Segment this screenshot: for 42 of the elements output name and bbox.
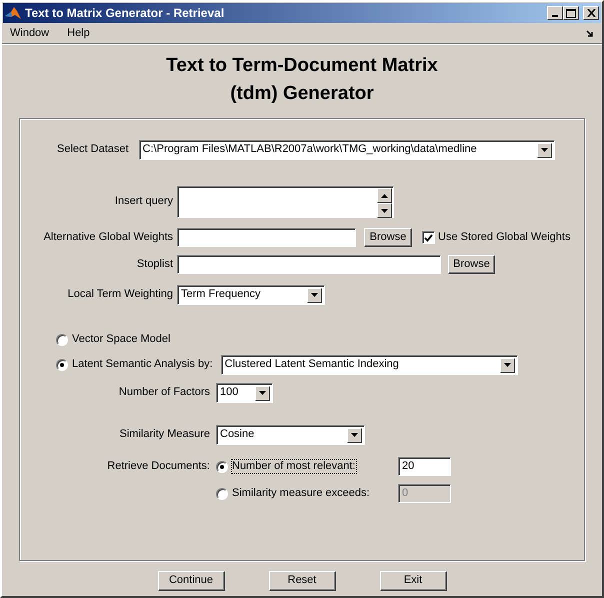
heading: Text to Term-Document Matrix [166, 54, 438, 78]
dropdown[interactable]: Cosine [216, 425, 365, 445]
field-label: Select Dataset [57, 143, 129, 157]
field-label: Retrieve Documents: [106, 460, 211, 474]
dialog-button[interactable]: Reset [268, 571, 336, 591]
field-label: Alternative Global Weights [42, 230, 174, 244]
field-label: Insert query [114, 195, 174, 209]
dropdown[interactable]: Clustered Latent Semantic Indexing [220, 355, 518, 375]
browse-button[interactable]: Browse [448, 255, 495, 274]
radio-label[interactable]: Vector Space Model [72, 332, 170, 346]
dropdown[interactable]: 100 [216, 383, 273, 403]
query-field[interactable] [177, 186, 394, 218]
radio-button[interactable] [56, 359, 68, 371]
text-field[interactable] [177, 228, 356, 247]
close-icon [586, 9, 596, 17]
radio-label[interactable]: Latent Semantic Analysis by: [72, 358, 213, 372]
heading: (tdm) Generator [230, 82, 374, 106]
menu-item[interactable]: Window [10, 26, 50, 40]
app-icon [5, 6, 21, 20]
radio-button[interactable] [56, 334, 68, 346]
field-label: Number of Factors [118, 386, 211, 400]
maximize-button[interactable] [563, 6, 579, 20]
dock-arrow-icon[interactable] [586, 30, 594, 38]
field-label: Stoplist [136, 258, 174, 272]
radio-button[interactable] [216, 460, 228, 472]
dialog-button[interactable]: Continue [158, 571, 224, 591]
text-field[interactable] [177, 255, 441, 274]
field-label: Similarity Measure [118, 428, 211, 442]
dropdown[interactable]: Term Frequency [177, 285, 325, 305]
dialog-button[interactable]: Exit [380, 571, 446, 591]
dataset-dropdown[interactable]: C:\Program Files\MATLAB\R2007a\work\TMG_working\data\medline [138, 140, 555, 160]
checkbox-label: Use Stored Global Weights [438, 230, 570, 244]
close-button[interactable] [583, 6, 599, 20]
window-title: Text to Matrix Generator - Retrieval [25, 6, 224, 20]
menu-item[interactable]: Help [67, 26, 90, 40]
number-field[interactable]: 20 [398, 457, 451, 476]
browse-button[interactable]: Browse [364, 228, 412, 247]
minimize-button[interactable] [547, 6, 563, 20]
radio-label[interactable]: Number of most relevant: [232, 460, 356, 474]
field-label: Local Term Weighting [66, 288, 174, 302]
checkbox[interactable] [422, 231, 435, 244]
maximize-icon [566, 8, 576, 18]
